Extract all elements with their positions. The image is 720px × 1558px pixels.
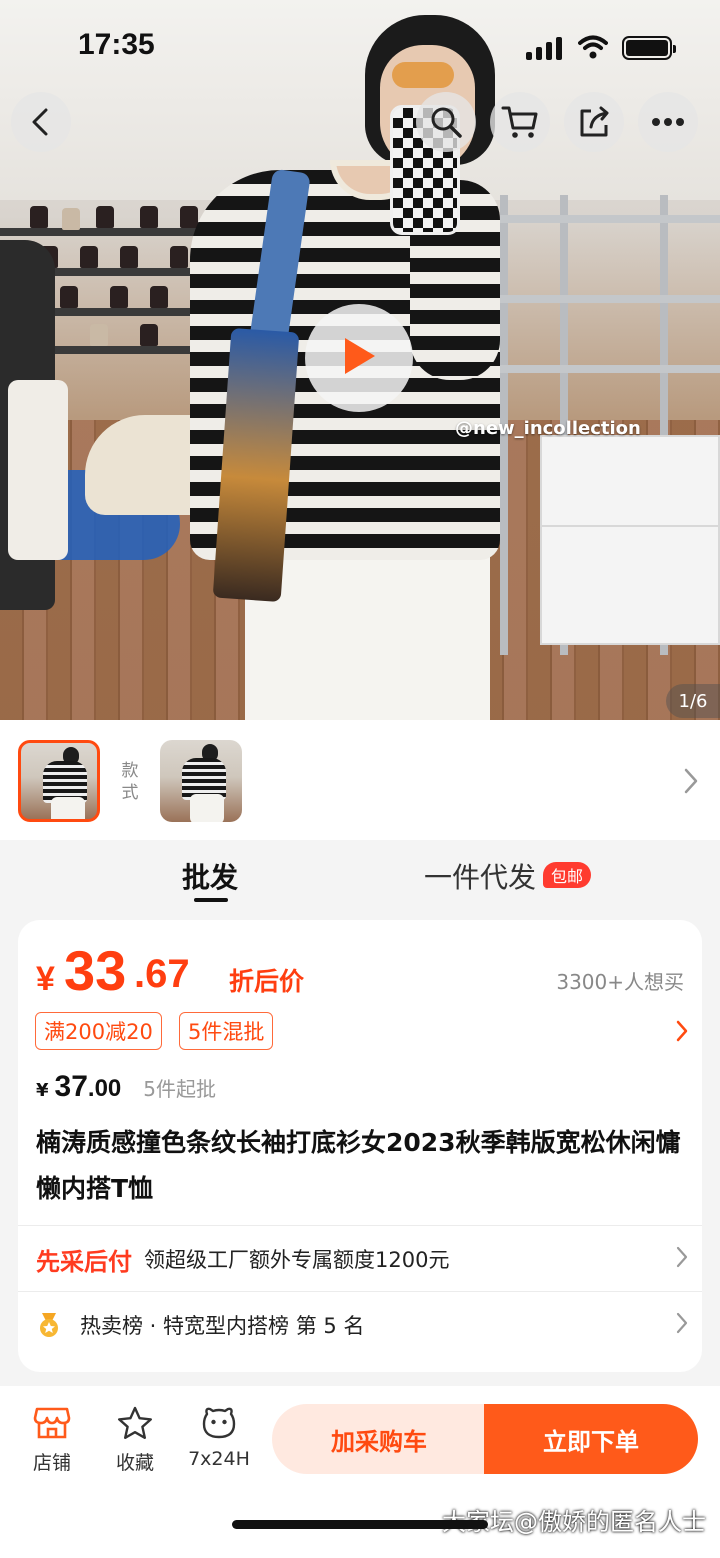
store-button[interactable]: 店铺	[17, 1406, 87, 1475]
credit-text: 领超级工厂额外专属额度1200元	[144, 1248, 450, 1272]
promo-badge-mix[interactable]: 5件混批	[179, 1012, 274, 1050]
play-icon	[341, 336, 377, 380]
battery-icon	[622, 36, 676, 60]
min-order-quantity: 5件起批	[143, 1077, 217, 1101]
tab-dropship[interactable]: 一件代发	[424, 856, 536, 896]
search-button[interactable]	[416, 92, 476, 152]
product-detail-page: @new_incollection 1/6 17:35 款 式 批发 一件代发 …	[0, 0, 720, 1558]
back-button[interactable]	[11, 92, 71, 152]
more-icon	[651, 117, 685, 127]
cart-icon	[501, 105, 539, 139]
favorite-button[interactable]: 收藏	[100, 1406, 170, 1475]
share-button[interactable]	[564, 92, 624, 152]
search-icon	[429, 105, 463, 139]
product-info-card: ¥ 33 .67 折后价 3300+人想买 满200减20 5件混批 ¥ 37 …	[18, 920, 702, 1372]
store-icon	[33, 1407, 71, 1444]
credit-offer-row[interactable]: 先采后付 领超级工厂额外专属额度1200元	[36, 1227, 688, 1291]
credit-highlight: 先采后付	[36, 1247, 132, 1276]
promo-badge-discount[interactable]: 满200减20	[35, 1012, 162, 1050]
purchase-mode-tabs: 批发 一件代发 包邮	[0, 840, 720, 920]
photo-watermark: @new_incollection	[455, 418, 641, 439]
original-price: ¥ 37 .00 5件起批	[36, 1070, 217, 1103]
chevron-right-icon[interactable]	[684, 768, 698, 798]
add-to-cart-button[interactable]: 加采购车	[272, 1404, 486, 1474]
status-time: 17:35	[78, 28, 155, 61]
chevron-left-icon	[28, 107, 54, 137]
image-pager: 1/6	[666, 684, 720, 718]
want-count: 3300+人想买	[556, 970, 684, 994]
home-indicator[interactable]	[232, 1520, 488, 1529]
chevron-right-icon	[676, 1246, 688, 1272]
variant-thumbnail-selected[interactable]	[18, 740, 100, 822]
chevron-right-icon[interactable]	[676, 1020, 688, 1046]
chevron-right-icon	[676, 1312, 688, 1338]
cart-button[interactable]	[490, 92, 550, 152]
share-icon	[577, 105, 611, 139]
product-title: 楠涛质感撞色条纹长袖打底衫女2023秋季韩版宽松休闲慵懒内搭T恤	[36, 1128, 681, 1203]
price-tag-label: 折后价	[229, 967, 305, 996]
star-icon	[117, 1406, 153, 1444]
more-options-button[interactable]	[638, 92, 698, 152]
free-shipping-badge: 包邮	[543, 862, 592, 888]
variant-selector: 款 式	[0, 720, 720, 840]
style-label: 款 式	[121, 761, 139, 803]
ranking-row[interactable]: 热卖榜 · 特宽型内搭榜 第 5 名	[36, 1293, 688, 1357]
active-tab-indicator	[194, 898, 228, 902]
bottom-action-bar: 店铺 收藏 7x24H 加采购车 立即下单 大家坛@傲娇的匿名人士	[0, 1386, 720, 1558]
customer-service-button[interactable]: 7x24H	[184, 1406, 254, 1470]
tab-wholesale[interactable]: 批发	[182, 856, 238, 896]
buy-now-button[interactable]: 立即下单	[484, 1404, 698, 1474]
status-bar: 17:35	[0, 0, 720, 96]
ranking-text: 热卖榜 · 特宽型内搭榜 第 5 名	[80, 1314, 365, 1338]
wifi-icon	[578, 34, 608, 64]
variant-thumbnail[interactable]	[160, 740, 242, 822]
medal-icon	[36, 1312, 62, 1338]
cellular-signal-icon	[526, 36, 562, 60]
play-video-button[interactable]	[305, 304, 413, 412]
chat-service-icon	[201, 1407, 237, 1444]
